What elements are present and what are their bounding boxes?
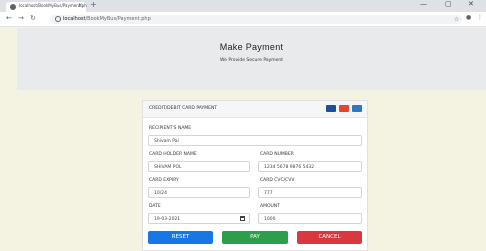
mastercard-icon: [339, 105, 349, 112]
recipient-label: RECIPIENT'S NAME: [149, 126, 192, 131]
card-number-input[interactable]: 1234 5678 9876 5432: [258, 161, 362, 172]
bookmark-star-icon[interactable]: ☆: [454, 16, 459, 23]
date-input[interactable]: 19-03-2021: [148, 213, 250, 224]
cancel-button[interactable]: CANCEL: [297, 231, 362, 244]
pay-button[interactable]: PAY: [222, 231, 288, 244]
date-label: DATE: [149, 204, 161, 209]
card-cvc-input[interactable]: 777: [258, 187, 362, 198]
address-path: /BookMyBus/Payment.php: [85, 16, 151, 22]
card-number-label: CARD NUMBER: [260, 152, 294, 157]
tab-close-icon[interactable]: ×: [78, 2, 83, 9]
browser-toolbar: ← → ↻ localhost/BookMyBus/Payment.php ☆ …: [0, 12, 486, 27]
card-holder-input[interactable]: SHIVAM POL: [148, 161, 250, 172]
reset-button[interactable]: RESET: [148, 231, 213, 244]
reload-button[interactable]: ↻: [30, 14, 36, 22]
card-cvc-label: CARD CVC/CVV: [260, 178, 295, 183]
card-holder-label: CARD HOLDER NAME: [149, 152, 197, 157]
globe-icon: [10, 4, 16, 10]
visa-icon: [326, 105, 336, 112]
recipient-name-input[interactable]: Shivam Pal: [148, 135, 362, 146]
amount-label: AMOUNT: [260, 204, 280, 209]
card-header: CREDIT/DEBIT CARD PAYMENT: [143, 101, 367, 118]
extensions-icon[interactable]: ●: [466, 14, 471, 21]
date-value: 19-03-2021: [154, 217, 181, 222]
back-button[interactable]: ←: [6, 14, 12, 22]
menu-icon[interactable]: ⋮: [477, 14, 483, 21]
maximize-button[interactable]: ▢: [445, 0, 452, 8]
card-header-title: CREDIT/DEBIT CARD PAYMENT: [149, 106, 218, 111]
info-icon[interactable]: [55, 16, 61, 22]
address-text: localhost/BookMyBus/Payment.php: [63, 16, 151, 22]
page-title: Make Payment: [219, 42, 284, 52]
browser-tab[interactable]: localhost/BookMyBus/Payment.ph ×: [6, 2, 87, 12]
page-subtitle: We Provide Secure Payment: [219, 58, 284, 63]
hero-banner: Make Payment We Provide Secure Payment: [17, 28, 486, 90]
minimize-button[interactable]: —: [420, 0, 427, 8]
close-window-button[interactable]: ✕: [468, 0, 474, 8]
address-host: localhost: [63, 16, 86, 22]
card-expiry-label: CARD EXPIRY: [149, 178, 179, 183]
calendar-icon[interactable]: [240, 216, 245, 221]
forward-button[interactable]: →: [18, 14, 24, 22]
new-tab-button[interactable]: +: [90, 0, 97, 9]
address-bar[interactable]: localhost/BookMyBus/Payment.php ☆: [50, 15, 462, 24]
browser-tab-strip: localhost/BookMyBus/Payment.ph × + — ▢ ✕: [0, 0, 486, 12]
tab-title: localhost/BookMyBus/Payment.ph: [19, 3, 87, 8]
amount-input[interactable]: 1000: [258, 213, 362, 224]
card-expiry-input[interactable]: 10/24: [148, 187, 250, 198]
payment-card: CREDIT/DEBIT CARD PAYMENT RECIPIENT'S NA…: [142, 100, 368, 251]
amex-icon: [352, 105, 362, 112]
